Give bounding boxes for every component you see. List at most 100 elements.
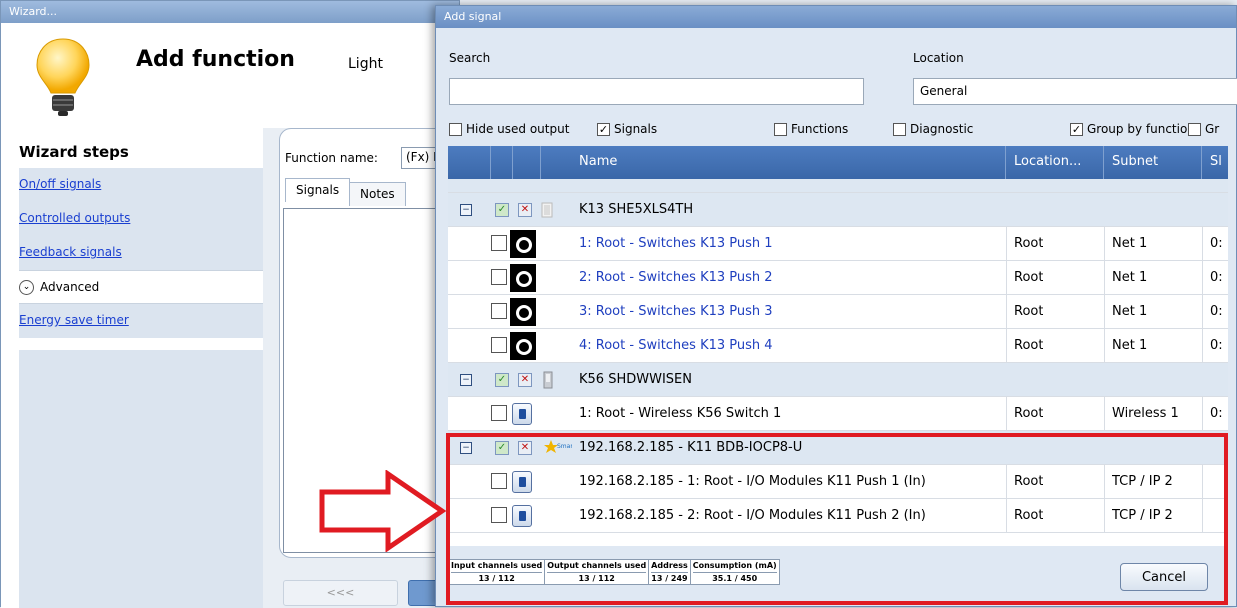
- signal-subnet: Wireless 1: [1112, 406, 1179, 421]
- signal-subnet: TCP / IP 2: [1112, 508, 1173, 523]
- collapse-icon[interactable]: −: [460, 442, 472, 454]
- signal-row[interactable]: 192.168.2.185 - 2: Root - I/O Modules K1…: [448, 499, 1228, 533]
- search-label: Search: [449, 51, 491, 65]
- stat-address: Address 13 / 249: [649, 560, 691, 584]
- select-all-icon[interactable]: ✓: [495, 373, 509, 387]
- row-checkbox[interactable]: [491, 405, 507, 421]
- stat-label: Input channels used: [451, 561, 543, 570]
- wizard-subheading: Light: [348, 56, 383, 72]
- step-feedback-signals[interactable]: Feedback signals: [19, 236, 263, 270]
- signal-name: 3: Root - Switches K13 Push 3: [579, 304, 773, 319]
- signal-subnet: Net 1: [1112, 236, 1148, 251]
- deselect-all-icon[interactable]: ✕: [518, 373, 532, 387]
- push-button-icon: [510, 332, 536, 360]
- dialog-title: Add signal: [436, 6, 1236, 28]
- light-bulb-icon: [36, 38, 90, 116]
- group-name: 192.168.2.185 - K11 BDB-IOCP8-U: [579, 440, 803, 455]
- column-location[interactable]: Location...: [1006, 146, 1104, 179]
- step-controlled-outputs[interactable]: Controlled outputs: [19, 202, 263, 236]
- group-name: K56 SHDWWISEN: [579, 372, 692, 387]
- header-icon-col: [513, 146, 541, 179]
- wizard-heading: Add function: [136, 47, 295, 72]
- signal-subnet: Net 1: [1112, 304, 1148, 319]
- column-subnet[interactable]: Subnet: [1104, 146, 1202, 179]
- location-label: Location: [913, 51, 964, 65]
- grid-header: Name Location... Subnet Sl: [448, 146, 1228, 179]
- group-row[interactable]: − ✓ ✕ Smart 192.168.2.185 - K11 BDB-IOCP…: [448, 431, 1228, 465]
- collapse-icon[interactable]: −: [460, 204, 472, 216]
- signal-row[interactable]: 3: Root - Switches K13 Push 3 Root Net 1…: [448, 295, 1228, 329]
- advanced-expander[interactable]: ⌄ Advanced: [19, 270, 263, 304]
- step-on-off-signals[interactable]: On/off signals: [19, 168, 263, 202]
- signal-location: Root: [1014, 474, 1044, 489]
- signal-row[interactable]: 192.168.2.185 - 1: Root - I/O Modules K1…: [448, 465, 1228, 499]
- column-name[interactable]: Name: [541, 146, 1006, 179]
- push-button-icon: [510, 298, 536, 326]
- signal-row[interactable]: 1: Root - Wireless K56 Switch 1 Root Wir…: [448, 397, 1228, 431]
- signal-grid: Name Location... Subnet Sl − ✓ ✕ K13 SHE…: [448, 146, 1228, 546]
- header-check-col: [491, 146, 513, 179]
- stat-value: 13 / 112: [547, 572, 647, 583]
- filter-functions[interactable]: Functions: [774, 122, 848, 136]
- checkbox-icon: [1188, 122, 1201, 136]
- column-sl[interactable]: Sl: [1202, 146, 1228, 179]
- step-energy-save-timer[interactable]: Energy save timer: [19, 304, 263, 338]
- filter-label: Functions: [791, 122, 849, 136]
- signal-location: Root: [1014, 508, 1044, 523]
- signal-row[interactable]: 4: Root - Switches K13 Push 4 Root Net 1…: [448, 329, 1228, 363]
- signal-row[interactable]: 2: Root - Switches K13 Push 2 Root Net 1…: [448, 261, 1228, 295]
- stat-value: 13 / 112: [451, 572, 543, 583]
- search-input[interactable]: [449, 78, 864, 105]
- filter-label: Hide used output: [466, 122, 570, 136]
- checkbox-icon: [449, 122, 462, 136]
- checkmark-icon: ✓: [1070, 122, 1083, 136]
- checkbox-icon: [774, 122, 787, 136]
- checkbox-icon: [893, 122, 906, 136]
- select-all-icon[interactable]: ✓: [495, 203, 509, 217]
- push-button-icon: [510, 264, 536, 292]
- previous-button[interactable]: <<<: [283, 580, 398, 606]
- stat-value: 35.1 / 450: [692, 572, 777, 583]
- signal-subnet: TCP / IP 2: [1112, 474, 1173, 489]
- signal-name: 1: Root - Switches K13 Push 1: [579, 236, 773, 251]
- signal-location: Root: [1014, 270, 1044, 285]
- group-row[interactable]: − ✓ ✕ K56 SHDWWISEN: [448, 363, 1228, 397]
- header-expander-col: [448, 146, 491, 179]
- deselect-all-icon[interactable]: ✕: [518, 441, 532, 455]
- tab-notes[interactable]: Notes: [349, 182, 406, 206]
- switch-device-icon: [541, 202, 553, 218]
- filter-group-truncated[interactable]: Gr: [1188, 122, 1219, 136]
- row-checkbox[interactable]: [491, 235, 507, 251]
- signal-name: 4: Root - Switches K13 Push 4: [579, 338, 773, 353]
- stat-output-channels: Output channels used 13 / 112: [545, 560, 650, 584]
- io-module-input-icon: [512, 505, 532, 527]
- filter-signals[interactable]: ✓ Signals: [597, 122, 657, 136]
- wizard-steps-title: Wizard steps: [19, 143, 129, 161]
- cancel-button[interactable]: Cancel: [1120, 563, 1208, 591]
- io-module-input-icon: [512, 471, 532, 493]
- location-select[interactable]: General: [913, 78, 1237, 105]
- deselect-all-icon[interactable]: ✕: [518, 203, 532, 217]
- signal-location: Root: [1014, 236, 1044, 251]
- filter-diagnostic[interactable]: Diagnostic: [893, 122, 973, 136]
- filter-label: Signals: [614, 122, 658, 136]
- wireless-device-icon: [543, 371, 553, 389]
- filter-group-by-function[interactable]: ✓ Group by function: [1070, 122, 1195, 136]
- filter-label: Diagnostic: [910, 122, 974, 136]
- filter-label: Gr: [1205, 122, 1220, 136]
- signal-name: 192.168.2.185 - 2: Root - I/O Modules K1…: [579, 508, 926, 523]
- wizard-steps-panel: Wizard steps On/off signals Controlled o…: [1, 128, 263, 608]
- row-checkbox[interactable]: [491, 473, 507, 489]
- filter-hide-used-output[interactable]: Hide used output: [449, 122, 569, 136]
- select-all-icon[interactable]: ✓: [495, 441, 509, 455]
- tab-signals[interactable]: Signals: [285, 178, 351, 202]
- group-row[interactable]: − ✓ ✕ K13 SHE5XLS4TH: [448, 193, 1228, 227]
- row-checkbox[interactable]: [491, 269, 507, 285]
- signal-sl: 0:: [1210, 236, 1223, 251]
- collapse-icon[interactable]: −: [460, 374, 472, 386]
- signal-row[interactable]: 1: Root - Switches K13 Push 1 Root Net 1…: [448, 227, 1228, 261]
- row-checkbox[interactable]: [491, 507, 507, 523]
- row-checkbox[interactable]: [491, 303, 507, 319]
- row-checkbox[interactable]: [491, 337, 507, 353]
- group-name: K13 SHE5XLS4TH: [579, 202, 694, 217]
